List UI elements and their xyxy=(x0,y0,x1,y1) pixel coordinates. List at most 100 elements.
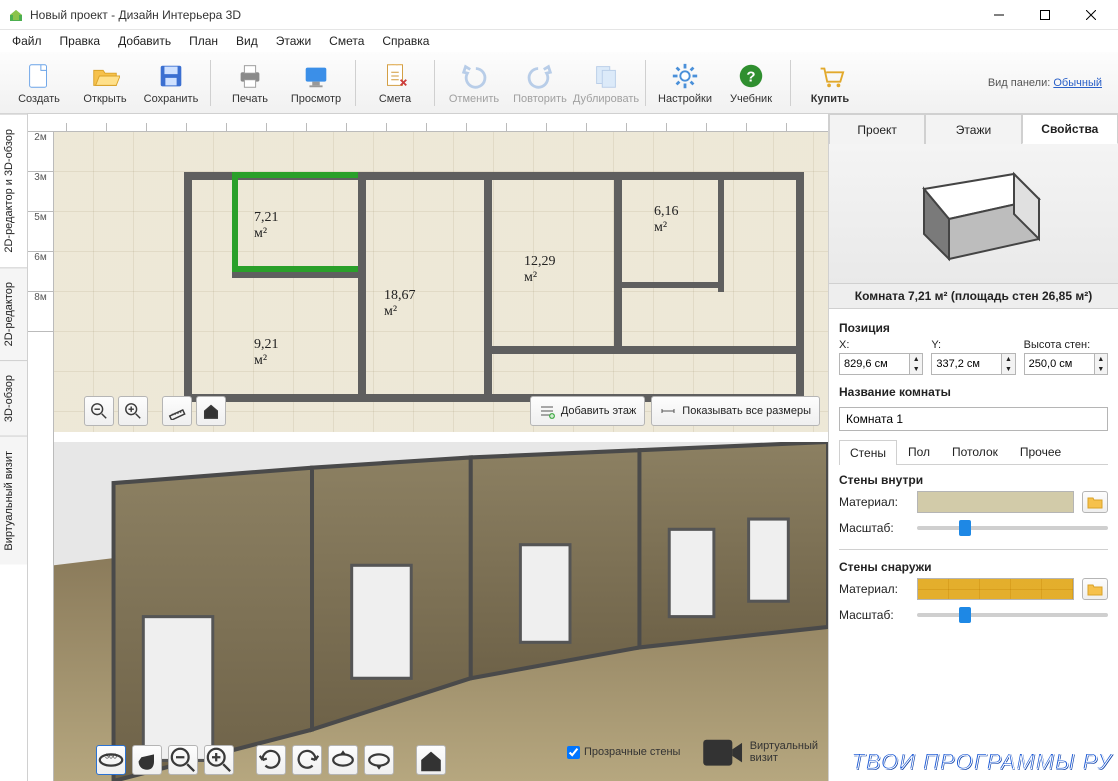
vtab-2d[interactable]: 2D-редактор xyxy=(0,267,27,360)
menu-edit[interactable]: Правка xyxy=(52,32,109,50)
menu-file[interactable]: Файл xyxy=(4,32,50,50)
svg-text:360: 360 xyxy=(105,754,117,761)
zoom-in-button[interactable] xyxy=(118,396,148,426)
tb-undo[interactable]: Отменить xyxy=(441,55,507,111)
window-maximize-button[interactable] xyxy=(1022,0,1068,30)
tb-buy[interactable]: Купить xyxy=(797,55,863,111)
plan-2d-viewport[interactable]: 7,21 м² 6,16 м² 12,29 м² 18,67 м² 9,21 м… xyxy=(54,132,828,432)
window-minimize-button[interactable] xyxy=(976,0,1022,30)
rtab-project[interactable]: Проект xyxy=(829,114,925,144)
menu-view[interactable]: Вид xyxy=(228,32,266,50)
mtab-walls[interactable]: Стены xyxy=(839,440,897,465)
tb-preview[interactable]: Просмотр xyxy=(283,55,349,111)
room-label: 7,21 м² xyxy=(254,210,279,242)
menu-help[interactable]: Справка xyxy=(374,32,437,50)
zoom-out-3d-button[interactable] xyxy=(168,745,198,775)
menu-plan[interactable]: План xyxy=(181,32,226,50)
watermark: ТВОИ ПРОГРАММЫ РУ xyxy=(851,749,1112,775)
tb-open[interactable]: Открыть xyxy=(72,55,138,111)
rotate-ccw-button[interactable] xyxy=(256,745,286,775)
pos-y-input[interactable]: ▲▼ xyxy=(931,353,1015,375)
outside-material-swatch[interactable] xyxy=(917,578,1074,600)
tb-settings[interactable]: Настройки xyxy=(652,55,718,111)
pan-button[interactable] xyxy=(132,745,162,775)
reset-view-button[interactable] xyxy=(416,745,446,775)
room-name-input[interactable] xyxy=(839,407,1108,431)
titlebar: Новый проект - Дизайн Интерьера 3D xyxy=(0,0,1118,30)
menu-estimate[interactable]: Смета xyxy=(321,32,372,50)
menubar: Файл Правка Добавить План Вид Этажи Смет… xyxy=(0,30,1118,52)
walls-outside-group: Стены снаружи Материал: Масштаб: xyxy=(839,560,1108,626)
add-floor-button[interactable]: Добавить этаж xyxy=(530,396,645,426)
floor-controls: Добавить этаж Показывать все размеры xyxy=(530,396,820,426)
rtab-floors[interactable]: Этажи xyxy=(925,114,1021,144)
menu-floors[interactable]: Этажи xyxy=(268,32,319,50)
main-toolbar: Создать Открыть Сохранить Печать Просмот… xyxy=(0,52,1118,114)
room-caption: Комната 7,21 м² (площадь стен 26,85 м²) xyxy=(829,284,1118,309)
material-tabs: Стены Пол Потолок Прочее xyxy=(839,439,1108,465)
tb-redo[interactable]: Повторить xyxy=(507,55,573,111)
window-title: Новый проект - Дизайн Интерьера 3D xyxy=(30,8,976,22)
menu-add[interactable]: Добавить xyxy=(110,32,179,50)
vtab-3d[interactable]: 3D-обзор xyxy=(0,360,27,436)
orbit-360-button[interactable]: 360 xyxy=(96,745,126,775)
panel-view-switcher: Вид панели: Обычный xyxy=(988,77,1112,89)
tb-create[interactable]: Создать xyxy=(6,55,72,111)
right-tabs: Проект Этажи Свойства xyxy=(829,114,1118,144)
tb-estimate[interactable]: Смета xyxy=(362,55,428,111)
room-label: 18,67 м² xyxy=(384,288,416,320)
mtab-floor[interactable]: Пол xyxy=(897,439,941,464)
view3d-tools: 360 xyxy=(96,745,446,775)
mtab-ceiling[interactable]: Потолок xyxy=(941,439,1009,464)
mtab-other[interactable]: Прочее xyxy=(1009,439,1072,464)
toolbar-separator xyxy=(210,60,211,106)
view3d-options: Прозрачные стены Виртуальный визит xyxy=(567,730,818,775)
zoom-out-button[interactable] xyxy=(84,396,114,426)
ruler-vertical: 2м3м5м 6м8м xyxy=(28,132,54,781)
transparent-walls-toggle[interactable]: Прозрачные стены xyxy=(567,746,680,759)
main-area: м4м5м 6м7м8м 9м10м11м 12м13м14м 15м16м17… xyxy=(28,114,828,781)
inside-material-browse[interactable] xyxy=(1082,491,1108,513)
tilt-up-button[interactable] xyxy=(328,745,358,775)
rtab-properties[interactable]: Свойства xyxy=(1022,114,1118,144)
outside-material-browse[interactable] xyxy=(1082,578,1108,600)
svg-text:?: ? xyxy=(746,68,755,85)
inside-material-swatch[interactable] xyxy=(917,491,1074,513)
inside-scale-slider[interactable] xyxy=(917,517,1108,539)
measure-button[interactable] xyxy=(162,396,192,426)
outside-scale-slider[interactable] xyxy=(917,604,1108,626)
app-icon xyxy=(8,7,24,23)
right-panel: Проект Этажи Свойства Комната 7,21 м² (п… xyxy=(828,114,1118,781)
tb-duplicate[interactable]: Дублировать xyxy=(573,55,639,111)
panel-view-link[interactable]: Обычный xyxy=(1053,77,1102,89)
walls-inside-group: Стены внутри Материал: Масштаб: xyxy=(839,473,1108,539)
show-dimensions-button[interactable]: Показывать все размеры xyxy=(651,396,820,426)
wall-height-input[interactable]: ▲▼ xyxy=(1024,353,1108,375)
zoom-in-3d-button[interactable] xyxy=(204,745,234,775)
vtab-virtual[interactable]: Виртуальный визит xyxy=(0,436,27,565)
toolbar-separator xyxy=(790,60,791,106)
rotate-cw-button[interactable] xyxy=(292,745,322,775)
vtab-2d3d[interactable]: 2D-редактор и 3D-обзор xyxy=(0,114,27,267)
tb-help[interactable]: ?Учебник xyxy=(718,55,784,111)
toolbar-separator xyxy=(645,60,646,106)
room-label: 9,21 м² xyxy=(254,337,279,369)
plan-tools xyxy=(84,396,226,426)
tb-save[interactable]: Сохранить xyxy=(138,55,204,111)
pos-x-input[interactable]: ▲▼ xyxy=(839,353,923,375)
room-3d-preview[interactable] xyxy=(829,144,1118,284)
ruler-horizontal: м4м5м 6м7м8м 9м10м11м 12м13м14м 15м16м17… xyxy=(28,114,828,132)
workspace: 2D-редактор и 3D-обзор 2D-редактор 3D-об… xyxy=(0,114,1118,781)
window-close-button[interactable] xyxy=(1068,0,1114,30)
toolbar-separator xyxy=(434,60,435,106)
tilt-down-button[interactable] xyxy=(364,745,394,775)
position-section: Позиция X: ▲▼ Y: ▲▼ Высота стен: ▲▼ Назв… xyxy=(829,309,1118,636)
room-label: 12,29 м² xyxy=(524,254,556,286)
tb-print[interactable]: Печать xyxy=(217,55,283,111)
left-tabs: 2D-редактор и 3D-обзор 2D-редактор 3D-об… xyxy=(0,114,28,781)
room-label: 6,16 м² xyxy=(654,204,679,236)
view-3d-viewport[interactable]: 360 Прозрачные стены xyxy=(54,442,828,781)
toolbar-separator xyxy=(355,60,356,106)
home-button[interactable] xyxy=(196,396,226,426)
virtual-visit-button[interactable]: Виртуальный визит xyxy=(700,730,818,775)
